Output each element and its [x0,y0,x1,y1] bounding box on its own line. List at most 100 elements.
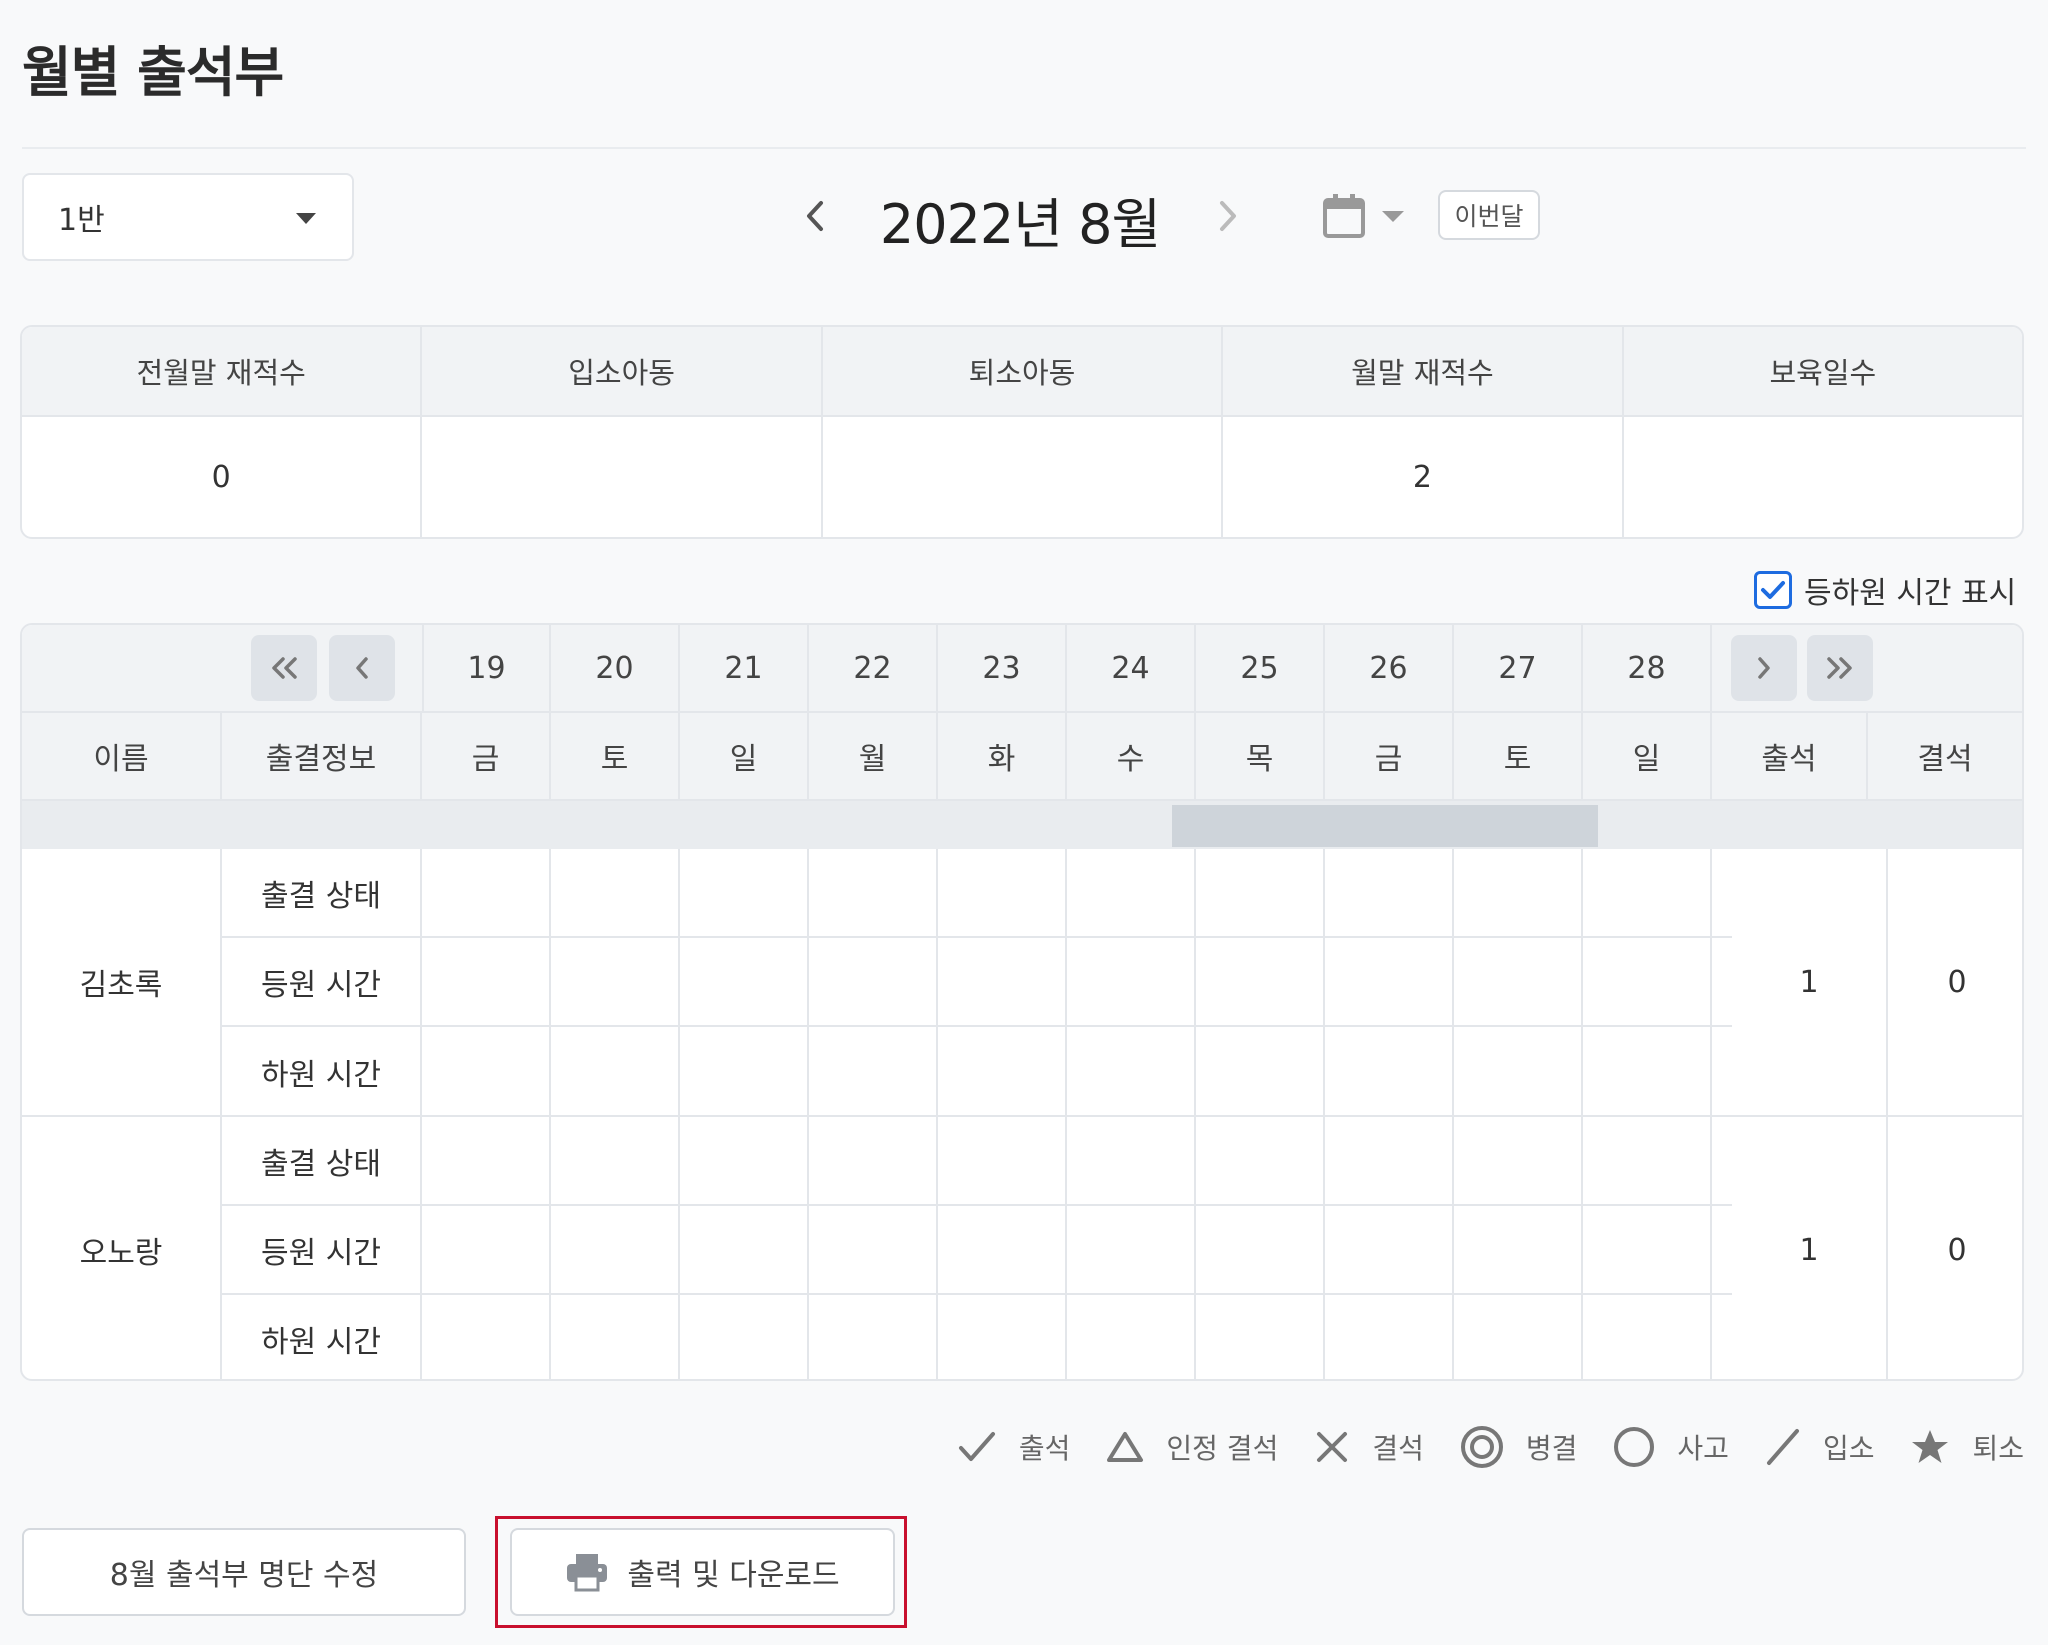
status-cell[interactable] [1454,849,1583,936]
absent-count: 0 [1947,964,1967,1000]
status-cell[interactable] [1325,1117,1454,1204]
departure-time-cell[interactable] [809,1027,938,1117]
status-cell[interactable] [1196,849,1325,936]
departure-time-cell[interactable] [938,1295,1067,1379]
horizontal-scrollbar[interactable] [22,801,2022,849]
prev-dates-button[interactable] [328,635,395,701]
arrival-time-cell[interactable] [1325,938,1454,1025]
attendance-status-label: 출결 상태 [222,849,422,936]
departure-time-cell[interactable] [1067,1295,1196,1379]
month-label: 2022년 8월 [879,193,1161,256]
status-cell[interactable] [1583,1117,1712,1204]
chevron-left-icon [807,201,823,231]
status-cell[interactable] [551,849,680,936]
edit-roster-button[interactable]: 8월 출석부 명단 수정 [22,1528,466,1616]
arrival-time-cell[interactable] [551,1206,680,1293]
arrival-time-cell[interactable] [1583,1206,1712,1293]
weekday-cell: 토 [551,713,680,799]
arrival-time-cell[interactable] [551,938,680,1025]
status-cell[interactable] [680,849,809,936]
departure-time-cell[interactable] [422,1295,551,1379]
next-month-button[interactable] [1203,190,1253,242]
scrollbar-thumb[interactable] [1172,805,1598,847]
status-cell[interactable] [1067,1117,1196,1204]
status-cell[interactable] [422,1117,551,1204]
summary-value [1624,417,2022,537]
departure-time-cell[interactable] [1583,1295,1712,1379]
print-download-button[interactable]: 출력 및 다운로드 [510,1528,895,1616]
arrival-time-cell[interactable] [809,938,938,1025]
arrival-time-cell[interactable] [422,1206,551,1293]
summary-header: 전월말 재적수 [22,327,423,415]
departure-time-cell[interactable] [551,1295,680,1379]
arrival-time-cell[interactable] [1583,938,1712,1025]
this-month-button[interactable]: 이번달 [1438,190,1540,240]
arrival-time-cell[interactable] [422,938,551,1025]
status-cell[interactable] [1067,849,1196,936]
status-cell[interactable] [422,849,551,936]
status-cell[interactable] [680,1117,809,1204]
departure-time-cell[interactable] [1196,1027,1325,1117]
status-cell[interactable] [1583,849,1712,936]
arrival-time-cell[interactable] [938,1206,1067,1293]
summary-value: 2 [1223,417,1624,537]
status-cell[interactable] [551,1117,680,1204]
info-header: 출결정보 [222,713,422,799]
arrival-time-cell[interactable] [1067,1206,1196,1293]
legend-item: 사고 [1613,1426,1729,1468]
departure-time-cell[interactable] [680,1027,809,1117]
next-dates-button[interactable] [1730,635,1797,701]
arrival-time-cell[interactable] [1196,1206,1325,1293]
departure-time-cell[interactable] [1454,1295,1583,1379]
status-cell[interactable] [809,1117,938,1204]
show-time-checkbox[interactable]: 등하원 시간 표시 [1754,568,2016,612]
double-chevron-right-icon [1827,657,1853,679]
departure-time-cell[interactable] [1067,1027,1196,1117]
weekday-cell: 목 [1196,713,1325,799]
status-cell[interactable] [938,1117,1067,1204]
departure-time-cell[interactable] [1583,1027,1712,1117]
arrival-time-cell[interactable] [680,938,809,1025]
status-cell[interactable] [1196,1117,1325,1204]
first-page-button[interactable] [251,635,318,701]
enrollment-summary-table: 전월말 재적수 입소아동 퇴소아동 월말 재적수 보육일수 0 2 [20,325,2024,539]
departure-time-cell[interactable] [680,1295,809,1379]
status-cell[interactable] [1454,1117,1583,1204]
prev-month-button[interactable] [790,190,840,242]
departure-time-cell[interactable] [422,1027,551,1117]
status-cell[interactable] [809,849,938,936]
absent-count: 0 [1947,1232,1967,1268]
departure-time-cell[interactable] [1454,1027,1583,1117]
last-page-button[interactable] [1807,635,1874,701]
legend-item: 인정 결석 [1106,1427,1278,1467]
show-time-label: 등하원 시간 표시 [1804,576,2017,611]
status-cell[interactable] [938,849,1067,936]
grid-header-row: 이름 출결정보 금 토 일 월 화 수 목 금 토 일 출석 결석 [22,713,2022,801]
summary-value [823,417,1224,537]
class-select[interactable]: 1반 [22,173,354,261]
arrival-time-cell[interactable] [680,1206,809,1293]
arrival-time-cell[interactable] [1067,938,1196,1025]
departure-time-cell[interactable] [551,1027,680,1117]
departure-time-label: 하원 시간 [222,1295,422,1379]
arrival-time-cell[interactable] [1454,938,1583,1025]
departure-time-cell[interactable] [1325,1027,1454,1117]
absent-header: 결석 [1917,742,1973,777]
date-cell: 25 [1196,625,1325,711]
departure-time-cell[interactable] [809,1295,938,1379]
arrival-time-cell[interactable] [1454,1206,1583,1293]
departure-time-cell[interactable] [938,1027,1067,1117]
calendar-picker-button[interactable] [1322,188,1412,244]
arrival-time-cell[interactable] [1196,938,1325,1025]
date-cell: 19 [422,625,551,711]
arrival-time-cell[interactable] [1325,1206,1454,1293]
date-cell: 24 [1067,625,1196,711]
departure-time-cell[interactable] [1196,1295,1325,1379]
legend-item: 출석 [957,1427,1070,1467]
caret-down-icon [296,213,316,224]
arrival-time-cell[interactable] [809,1206,938,1293]
status-cell[interactable] [1325,849,1454,936]
checkbox-checked-icon [1754,571,1792,609]
arrival-time-cell[interactable] [938,938,1067,1025]
departure-time-cell[interactable] [1325,1295,1454,1379]
